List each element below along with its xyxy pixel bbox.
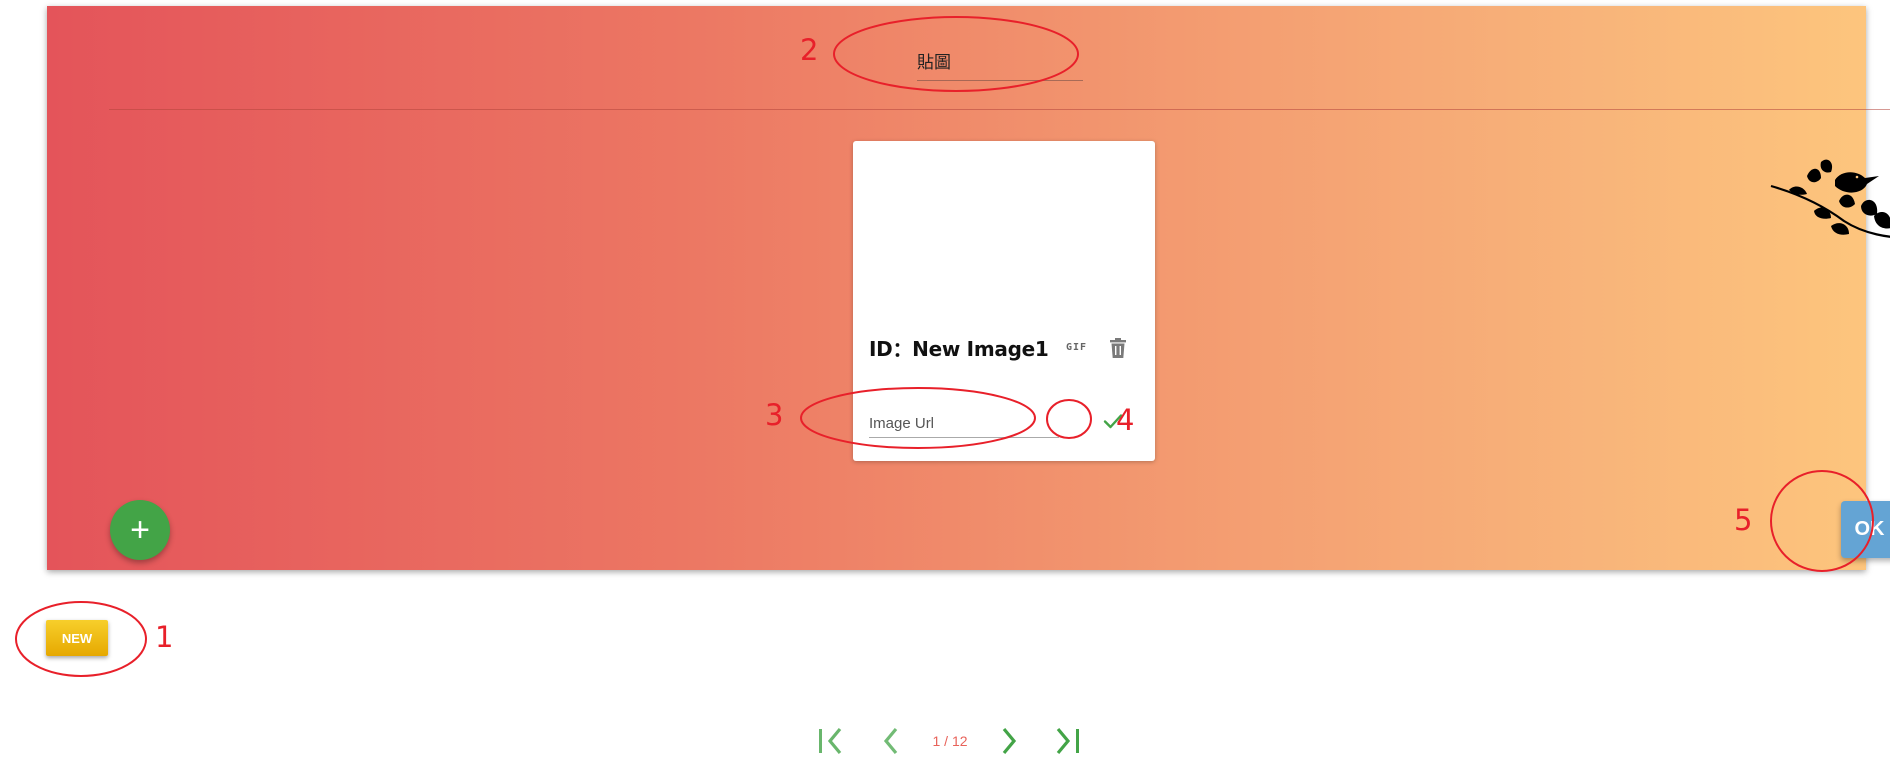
page-indicator: 1 / 12 [932,733,968,749]
annotation-number-4: 4 [1116,403,1135,437]
header-divider [109,109,1890,110]
next-page-icon[interactable] [992,724,1026,758]
new-sticker-button[interactable]: NEW [46,620,108,656]
annotation-number-2: 2 [800,33,819,67]
add-image-button[interactable]: + [110,500,170,560]
image-url-input[interactable] [869,409,1059,438]
title-underline [917,80,1083,81]
first-page-icon[interactable] [814,724,848,758]
sticker-editor-panel: 貼圖 ID：New Image1 GIF + OK [47,6,1890,570]
gif-icon[interactable]: GIF [1066,342,1087,353]
annotation-number-5: 5 [1734,503,1753,537]
bird-on-branch-icon [1770,159,1890,238]
prev-page-icon[interactable] [874,724,908,758]
ok-button[interactable]: OK [1841,501,1890,558]
last-page-icon[interactable] [1052,724,1086,758]
annotation-number-3: 3 [765,398,784,432]
annotation-number-1: 1 [155,620,174,654]
sticker-title-value[interactable]: 貼圖 [917,48,951,73]
trash-icon[interactable] [1108,337,1128,359]
image-card: ID：New Image1 GIF [853,141,1155,461]
sticker-title-field[interactable]: 貼圖 [873,26,1103,84]
image-id-label: ID：New Image1 [869,337,1049,361]
